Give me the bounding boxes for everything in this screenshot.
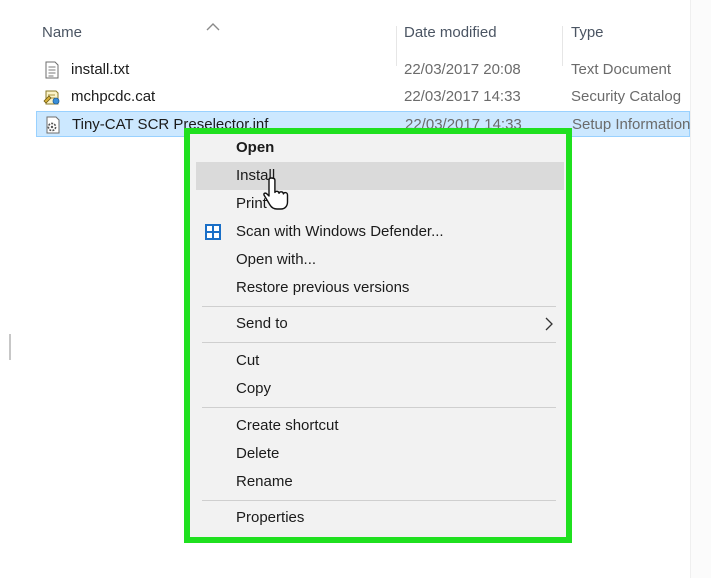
text-file-icon: [45, 61, 59, 79]
annotation-highlight-box: [184, 128, 572, 543]
file-type: Security Catalog: [571, 88, 682, 105]
mouse-pointer-icon: [263, 177, 289, 210]
column-header-name[interactable]: Name: [42, 12, 82, 52]
file-name: mchpcdc.cat: [71, 88, 156, 105]
sort-ascending-icon: [206, 23, 220, 31]
column-header-date-modified[interactable]: Date modified: [404, 12, 497, 52]
file-row[interactable]: mchpcdc.cat 22/03/2017 14:33 Security Ca…: [36, 84, 690, 110]
column-header-type[interactable]: Type: [571, 12, 604, 52]
file-name: install.txt: [71, 61, 130, 78]
window-right-edge: [690, 0, 711, 578]
security-catalog-icon: [43, 90, 60, 105]
file-date-modified: 22/03/2017 14:33: [404, 88, 521, 105]
column-header-bar: Name Date modified Type: [0, 12, 690, 66]
file-date-modified: 22/03/2017 20:08: [404, 61, 521, 78]
file-row[interactable]: install.txt 22/03/2017 20:08 Text Docume…: [36, 57, 690, 83]
file-type: Text Document: [571, 61, 672, 78]
navigation-pane-edge[interactable]: [9, 334, 11, 360]
file-type: Setup Information: [572, 116, 691, 133]
setup-information-icon: [46, 116, 60, 134]
